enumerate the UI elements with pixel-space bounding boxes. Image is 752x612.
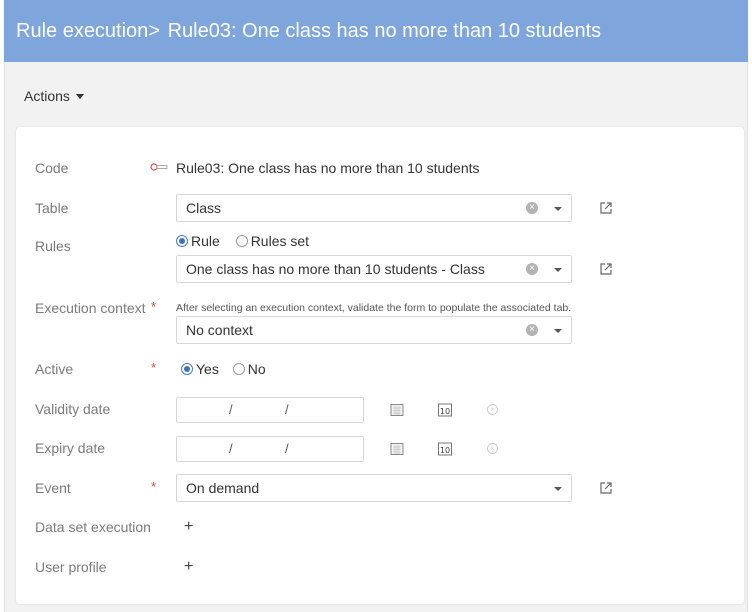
code-label: Code [35,160,69,176]
clear-date-icon[interactable]: × [487,404,498,415]
today-icon[interactable]: 10 [438,403,452,417]
rules-radio-group: Rule Rules set [176,233,321,249]
execution-context-select[interactable]: No context × [176,316,572,344]
rules-value: One class has no more than 10 students -… [186,261,485,277]
required-mark: * [151,299,157,314]
data-set-execution-label: Data set execution [35,519,151,535]
clear-icon[interactable]: × [526,202,538,214]
user-profile-label: User profile [35,559,107,575]
page-title: Rule03: One class has no more than 10 st… [167,20,602,42]
date-separator: / [285,441,289,456]
date-separator: / [285,402,289,417]
add-data-set-execution-button[interactable]: + [184,518,193,536]
chevron-down-icon[interactable] [554,207,562,211]
chevron-down-icon[interactable] [554,268,562,272]
add-user-profile-button[interactable]: + [184,558,193,576]
radio-empty-icon [232,363,245,375]
svg-text:10: 10 [440,407,450,416]
external-link-icon[interactable] [599,201,613,215]
external-link-icon[interactable] [599,262,613,276]
today-icon[interactable]: 10 [438,442,452,456]
rules-option-rule[interactable]: Rule [176,233,220,249]
event-label: Event [35,480,71,496]
table-select[interactable]: Class × [176,194,572,222]
active-label: Active [35,361,74,377]
chevron-down-icon[interactable] [554,487,562,491]
event-select[interactable]: On demand [176,474,572,502]
svg-text:10: 10 [440,446,450,455]
radio-empty-icon [235,235,248,247]
table-value: Class [186,200,222,216]
required-mark: * [151,360,157,375]
chevron-down-icon[interactable] [554,329,562,333]
key-icon [150,163,168,171]
caret-down-icon [75,94,84,99]
required-mark: * [151,479,157,494]
event-value: On demand [186,480,260,496]
yes-option-label: Yes [196,361,219,377]
validity-date-label: Validity date [35,401,111,417]
rules-label: Rules [35,238,71,254]
expiry-date-input[interactable]: / / [176,436,364,462]
execution-context-label: Execution context [35,300,146,316]
clear-icon[interactable]: × [526,324,538,336]
date-separator: / [229,441,233,456]
execution-context-value: No context [186,322,253,338]
breadcrumb-separator: > [148,20,160,42]
actions-menu-button[interactable]: Actions [24,86,84,106]
rules-set-option-label: Rules set [250,233,310,249]
execution-context-hint: After selecting an execution context, va… [176,302,572,314]
calendar-icon[interactable] [390,403,404,417]
calendar-icon[interactable] [390,442,404,456]
radio-selected-icon [176,235,188,247]
clear-date-icon[interactable]: × [487,443,498,454]
validity-date-input[interactable]: / / [176,397,364,423]
table-label: Table [35,200,69,216]
actions-label: Actions [24,88,70,104]
external-link-icon[interactable] [599,481,613,495]
active-option-yes[interactable]: Yes [181,361,219,377]
active-option-no[interactable]: No [232,361,266,377]
code-value: Rule03: One class has no more than 10 st… [176,160,480,176]
radio-selected-icon [181,363,193,375]
date-separator: / [229,402,233,417]
clear-icon[interactable]: × [526,263,538,275]
expiry-date-label: Expiry date [35,440,106,456]
rule-option-label: Rule [191,233,220,249]
page-header: Rule execution> Rule03: One class has no… [4,0,748,62]
breadcrumb-rule-execution[interactable]: Rule execution [16,20,148,42]
active-radio-group: Yes No [181,361,278,377]
no-option-label: No [247,361,266,377]
rules-select[interactable]: One class has no more than 10 students -… [176,255,572,283]
rules-option-rules-set[interactable]: Rules set [235,233,310,249]
